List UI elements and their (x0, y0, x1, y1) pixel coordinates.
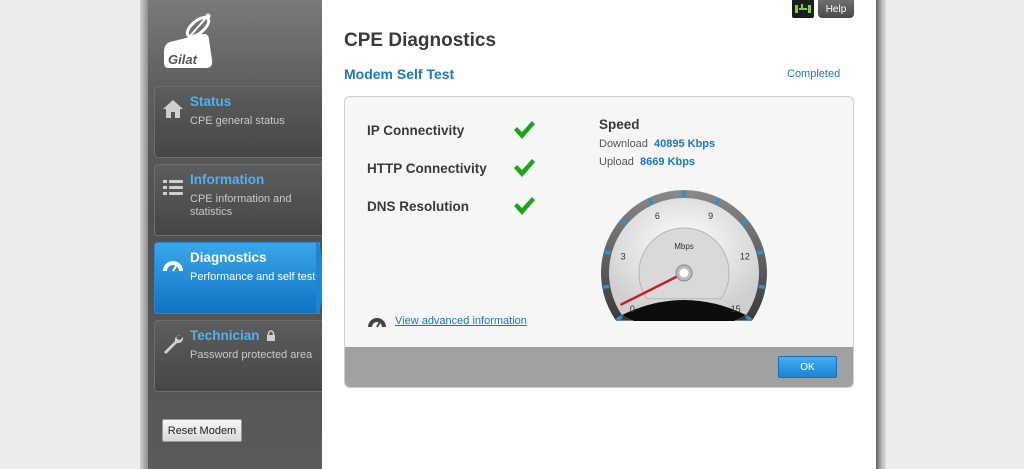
logo-text: Gilat (168, 52, 198, 67)
checkmark-icon (514, 121, 535, 139)
check-row-http: HTTP Connectivity (367, 156, 567, 182)
gauge-unit: Mbps (674, 242, 694, 251)
gauge-tick-label: 9 (708, 211, 713, 221)
home-icon (161, 97, 185, 121)
gauge-tick-mark (602, 284, 610, 289)
sidebar-item-desc: CPE general status (190, 115, 285, 127)
page-title: CPE Diagnostics (344, 30, 497, 51)
gauge-tick-label: 0 (630, 304, 635, 314)
upload-value: 8669 Kbps (640, 156, 696, 168)
gauge-tick-mark (714, 197, 721, 205)
reset-modem-button[interactable]: Reset Modem (162, 419, 242, 442)
frame-left-edge (140, 0, 148, 469)
download-value: 40895 Kbps (654, 138, 716, 150)
network-icon (795, 4, 811, 13)
gilat-logo: Gilat (162, 12, 218, 70)
panel-footer: OK (345, 347, 853, 387)
sidebar-item-title: Status (190, 94, 232, 109)
upload-row: Upload 8669 Kbps (599, 156, 695, 168)
checkmark-icon (514, 197, 535, 215)
download-label: Download (599, 138, 648, 150)
check-label: IP Connectivity (367, 123, 465, 138)
self-test-panel: IP Connectivity HTTP Connectivity DNS Re… (344, 96, 854, 388)
view-advanced-link[interactable]: View advanced information (395, 315, 527, 327)
main-content: Help CPE Diagnostics Modem Self Test Com… (322, 0, 876, 469)
upload-label: Upload (599, 156, 634, 168)
sidebar-item-information[interactable]: Information CPE information and statisti… (154, 164, 322, 236)
check-label: HTTP Connectivity (367, 161, 487, 176)
frame-right-edge (876, 0, 886, 469)
gauge-icon (161, 253, 185, 277)
network-status-button[interactable] (792, 0, 814, 18)
sidebar-item-title: Diagnostics (190, 250, 267, 265)
help-button[interactable]: Help (818, 0, 854, 18)
sidebar: Gilat Status CPE general status Informat… (148, 0, 322, 469)
gauge-tick-label: 6 (655, 211, 660, 221)
sidebar-item-title: Information (190, 172, 265, 187)
gauge-tick-label: 15 (731, 304, 741, 314)
sidebar-item-desc: Password protected area (190, 349, 313, 361)
gauge-tick-mark (756, 250, 764, 256)
test-status: Completed (787, 68, 841, 80)
check-label: DNS Resolution (367, 199, 470, 214)
sidebar-item-title: Technician (190, 328, 260, 343)
wrench-icon (161, 331, 185, 355)
lock-icon (266, 329, 276, 344)
gauge-tick-mark (758, 284, 766, 289)
section-title: Modem Self Test (344, 66, 455, 82)
sidebar-item-title-wrap: Technician (190, 328, 276, 344)
sidebar-item-desc: Performance and self test (190, 271, 316, 283)
list-icon (161, 175, 185, 199)
gauge-icon (368, 318, 386, 328)
advanced-info-row: View advanced information (367, 313, 567, 331)
sidebar-item-status[interactable]: Status CPE general status (154, 86, 322, 158)
ok-button[interactable]: OK (778, 356, 837, 378)
speed-gauge: 0 3 6 9 12 15 Mbps (601, 189, 767, 322)
check-row-dns: DNS Resolution (367, 194, 567, 220)
sidebar-item-desc: CPE information and statistics (190, 193, 292, 218)
check-row-ip: IP Connectivity (367, 118, 567, 144)
sidebar-item-diagnostics[interactable]: Diagnostics Performance and self test (154, 242, 320, 314)
speed-title: Speed (599, 117, 640, 132)
sidebar-item-technician[interactable]: Technician Password protected area (154, 320, 322, 392)
gauge-tick-mark (604, 250, 612, 256)
gauge-tick-label: 3 (621, 252, 626, 262)
gauge-tick-label: 12 (740, 252, 750, 262)
gauge-tick-mark (647, 197, 654, 205)
download-row: Download 40895 Kbps (599, 138, 715, 150)
checkmark-icon (514, 159, 535, 177)
gauge-hub-center (679, 268, 689, 278)
